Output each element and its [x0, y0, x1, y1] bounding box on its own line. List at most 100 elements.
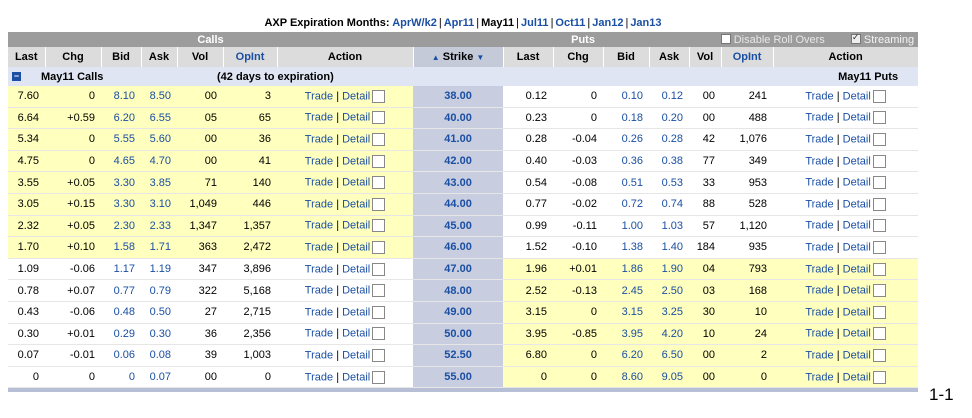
call-select-checkbox[interactable] — [372, 348, 386, 362]
put-trade-link[interactable]: Trade — [805, 90, 833, 102]
call-trade-link[interactable]: Trade — [305, 90, 333, 102]
call-select-checkbox[interactable] — [372, 89, 386, 103]
put-detail-link[interactable]: Detail — [843, 90, 871, 102]
put-select-checkbox[interactable] — [872, 176, 886, 190]
calls-col-action[interactable]: Action — [277, 47, 414, 67]
strike-column-header[interactable]: ▲ Strike ▼ — [413, 47, 504, 67]
call-detail-link[interactable]: Detail — [342, 155, 370, 167]
call-detail-link[interactable]: Detail — [342, 328, 370, 340]
call-select-checkbox[interactable] — [372, 197, 386, 211]
call-trade-link[interactable]: Trade — [305, 328, 333, 340]
call-detail-link[interactable]: Detail — [342, 263, 370, 275]
put-trade-link[interactable]: Trade — [805, 177, 833, 189]
put-select-checkbox[interactable] — [872, 132, 886, 146]
call-detail-link[interactable]: Detail — [342, 306, 370, 318]
put-trade-link[interactable]: Trade — [805, 306, 833, 318]
sort-down-icon[interactable]: ▼ — [476, 53, 484, 62]
calls-col-vol[interactable]: Vol — [177, 47, 224, 67]
put-detail-link[interactable]: Detail — [843, 263, 871, 275]
put-trade-link[interactable]: Trade — [805, 371, 833, 383]
put-select-checkbox[interactable] — [872, 219, 886, 233]
expiration-month-link[interactable]: Apr11 — [444, 17, 475, 29]
call-detail-link[interactable]: Detail — [342, 371, 370, 383]
put-trade-link[interactable]: Trade — [805, 328, 833, 340]
calls-col-ask[interactable]: Ask — [141, 47, 178, 67]
expiration-month-link[interactable]: Jul11 — [521, 17, 549, 29]
puts-col-action[interactable]: Action — [773, 47, 919, 67]
put-trade-link[interactable]: Trade — [805, 112, 833, 124]
expiration-month-link[interactable]: May11 — [481, 17, 514, 29]
put-select-checkbox[interactable] — [872, 262, 886, 276]
call-trade-link[interactable]: Trade — [305, 349, 333, 361]
call-detail-link[interactable]: Detail — [342, 198, 370, 210]
put-select-checkbox[interactable] — [872, 154, 886, 168]
call-select-checkbox[interactable] — [372, 176, 386, 190]
put-detail-link[interactable]: Detail — [843, 328, 871, 340]
expiration-month-link[interactable]: AprW/k2 — [392, 17, 437, 29]
call-trade-link[interactable]: Trade — [305, 177, 333, 189]
expiration-month-link[interactable]: Jan13 — [630, 17, 661, 29]
put-detail-link[interactable]: Detail — [843, 241, 871, 253]
call-trade-link[interactable]: Trade — [305, 306, 333, 318]
put-detail-link[interactable]: Detail — [843, 349, 871, 361]
call-select-checkbox[interactable] — [372, 111, 386, 125]
puts-col-opint[interactable]: OpInt — [721, 47, 774, 67]
call-select-checkbox[interactable] — [372, 284, 386, 298]
puts-col-chg[interactable]: Chg — [553, 47, 604, 67]
call-trade-link[interactable]: Trade — [305, 285, 333, 297]
call-trade-link[interactable]: Trade — [305, 133, 333, 145]
calls-col-opint[interactable]: OpInt — [223, 47, 278, 67]
put-select-checkbox[interactable] — [872, 305, 886, 319]
put-trade-link[interactable]: Trade — [805, 133, 833, 145]
disable-rollovers-checkbox[interactable] — [720, 33, 731, 44]
put-detail-link[interactable]: Detail — [843, 177, 871, 189]
call-select-checkbox[interactable] — [372, 154, 386, 168]
collapse-icon[interactable]: − — [12, 72, 21, 82]
put-detail-link[interactable]: Detail — [843, 133, 871, 145]
call-trade-link[interactable]: Trade — [305, 112, 333, 124]
call-select-checkbox[interactable] — [372, 370, 386, 384]
call-detail-link[interactable]: Detail — [342, 112, 370, 124]
call-trade-link[interactable]: Trade — [305, 198, 333, 210]
call-detail-link[interactable]: Detail — [342, 241, 370, 253]
puts-col-bid[interactable]: Bid — [603, 47, 650, 67]
puts-col-ask[interactable]: Ask — [649, 47, 690, 67]
put-trade-link[interactable]: Trade — [805, 349, 833, 361]
calls-col-bid[interactable]: Bid — [101, 47, 142, 67]
put-select-checkbox[interactable] — [872, 197, 886, 211]
put-detail-link[interactable]: Detail — [843, 371, 871, 383]
call-detail-link[interactable]: Detail — [342, 285, 370, 297]
put-detail-link[interactable]: Detail — [843, 220, 871, 232]
put-select-checkbox[interactable] — [872, 89, 886, 103]
call-trade-link[interactable]: Trade — [305, 155, 333, 167]
call-select-checkbox[interactable] — [372, 132, 386, 146]
put-select-checkbox[interactable] — [872, 284, 886, 298]
put-trade-link[interactable]: Trade — [805, 155, 833, 167]
call-detail-link[interactable]: Detail — [342, 90, 370, 102]
streaming-checkbox[interactable] — [850, 32, 861, 44]
put-detail-link[interactable]: Detail — [843, 306, 871, 318]
call-select-checkbox[interactable] — [372, 219, 386, 233]
put-select-checkbox[interactable] — [872, 111, 886, 125]
put-trade-link[interactable]: Trade — [805, 198, 833, 210]
calls-col-chg[interactable]: Chg — [45, 47, 102, 67]
call-select-checkbox[interactable] — [372, 262, 386, 276]
calls-col-last[interactable]: Last — [8, 47, 46, 67]
call-select-checkbox[interactable] — [372, 327, 386, 341]
put-trade-link[interactable]: Trade — [805, 285, 833, 297]
call-detail-link[interactable]: Detail — [342, 220, 370, 232]
put-trade-link[interactable]: Trade — [805, 241, 833, 253]
put-detail-link[interactable]: Detail — [843, 155, 871, 167]
put-trade-link[interactable]: Trade — [805, 220, 833, 232]
call-trade-link[interactable]: Trade — [305, 241, 333, 253]
call-select-checkbox[interactable] — [372, 240, 386, 254]
call-select-checkbox[interactable] — [372, 305, 386, 319]
puts-col-last[interactable]: Last — [503, 47, 554, 67]
sort-up-icon[interactable]: ▲ — [432, 53, 440, 62]
call-trade-link[interactable]: Trade — [305, 263, 333, 275]
put-detail-link[interactable]: Detail — [843, 198, 871, 210]
put-select-checkbox[interactable] — [872, 240, 886, 254]
put-select-checkbox[interactable] — [872, 348, 886, 362]
call-detail-link[interactable]: Detail — [342, 177, 370, 189]
put-trade-link[interactable]: Trade — [805, 263, 833, 275]
